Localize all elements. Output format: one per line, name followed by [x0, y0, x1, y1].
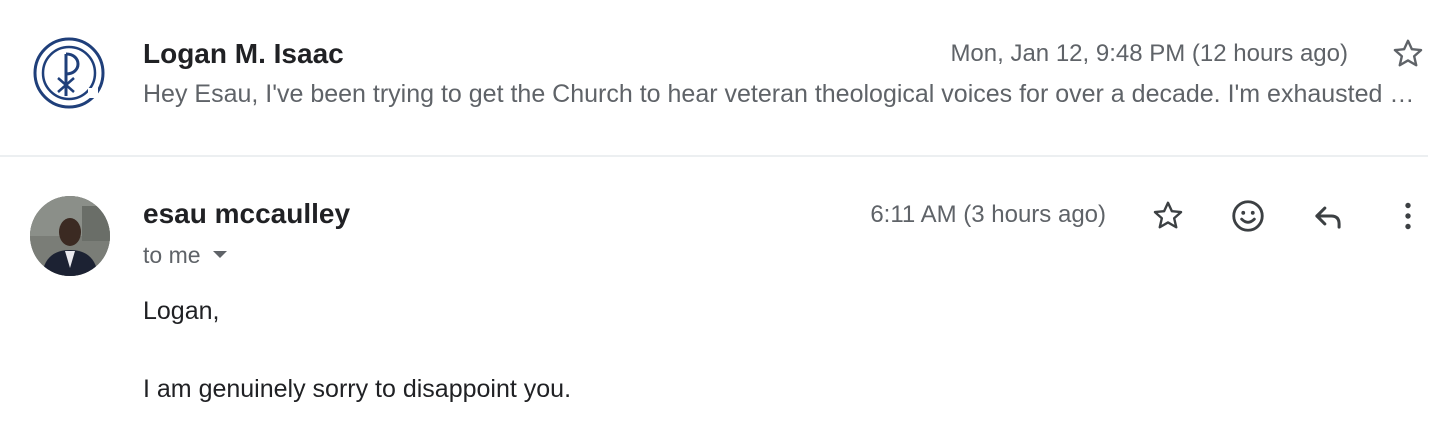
message-body-line: I am genuinely sorry to disappoint you. [143, 375, 572, 403]
star-icon[interactable] [1390, 36, 1426, 72]
sender-name: Logan M. Isaac [143, 38, 344, 69]
message-greeting: Logan, [143, 297, 220, 325]
reply-icon[interactable] [1306, 194, 1350, 238]
caret-down-icon[interactable] [212, 251, 227, 259]
avatar [30, 196, 110, 276]
chi-rho-logo-icon [32, 36, 106, 110]
email-thread: Logan M. Isaac Mon, Jan 12, 9:48 PM (12 … [0, 0, 1456, 432]
recipients-dropdown[interactable]: to me [143, 242, 227, 269]
add-reaction-icon[interactable] [1226, 194, 1270, 238]
more-vert-icon[interactable] [1386, 194, 1430, 238]
recipients-label: to me [143, 242, 201, 268]
message-date: 6:11 AM (3 hours ago) [870, 201, 1106, 228]
star-icon[interactable] [1146, 194, 1190, 238]
message-snippet: Hey Esau, I've been trying to get the Ch… [143, 80, 1423, 108]
collapsed-message[interactable]: Logan M. Isaac Mon, Jan 12, 9:48 PM (12 … [0, 0, 1428, 157]
sender-name: esau mccaulley [143, 198, 351, 229]
message-date: Mon, Jan 12, 9:48 PM (12 hours ago) [950, 40, 1348, 67]
